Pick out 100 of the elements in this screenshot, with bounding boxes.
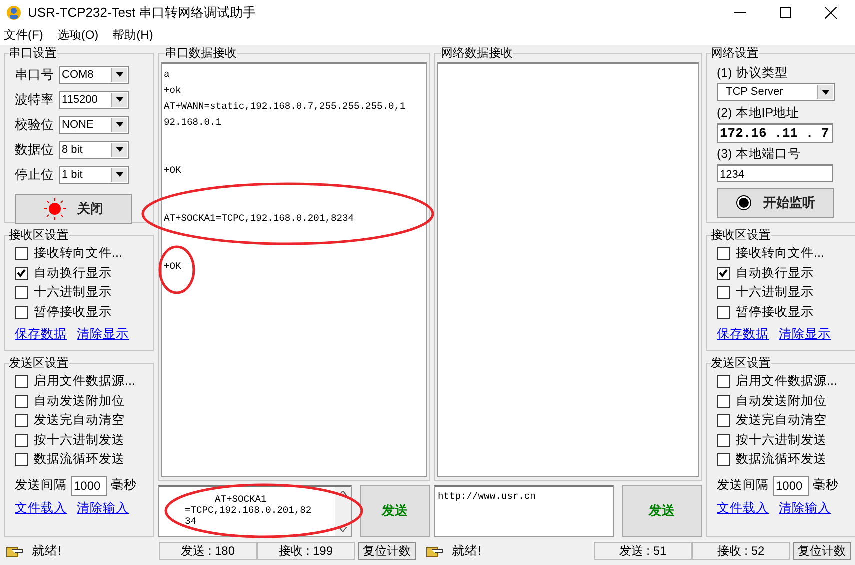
group-title: 接收区设置	[9, 227, 69, 244]
status-text: 就绪!	[452, 542, 482, 560]
field-label: 数据位	[15, 140, 55, 158]
link[interactable]: 保存数据	[15, 326, 67, 343]
dropdown-arrow-icon	[116, 97, 124, 102]
receive-line: +ok	[164, 84, 182, 98]
checkbox[interactable]	[15, 247, 28, 260]
interval-field[interactable]: 1000	[71, 476, 107, 496]
checkbox[interactable]	[717, 394, 730, 408]
link[interactable]: 清除输入	[77, 500, 129, 516]
checkbox-label: 数据流循环发送	[34, 451, 125, 468]
menu-item[interactable]: 帮助(H)	[112, 26, 154, 44]
sent-count: 发送 : 180	[159, 542, 257, 560]
field-label: 停止位	[15, 166, 55, 184]
dropdown[interactable]: TCP Server	[717, 83, 835, 101]
checkbox[interactable]	[717, 375, 730, 388]
link[interactable]: 清除显示	[779, 326, 831, 343]
group-title: 网络设置	[711, 45, 759, 62]
dropdown[interactable]: NONE	[59, 116, 129, 134]
checkbox[interactable]	[717, 306, 730, 319]
field-label: (3) 本地端口号	[717, 146, 802, 163]
unit-label: 毫秒	[111, 477, 137, 494]
scroll-up-icon[interactable]	[339, 491, 347, 496]
checkbox-label: 接收转向文件...	[34, 245, 122, 262]
field-label: 校验位	[15, 116, 55, 134]
sent-count: 发送 : 51	[594, 542, 692, 560]
dropdown[interactable]: 8 bit	[59, 140, 129, 158]
dropdown-arrow-icon	[116, 122, 124, 127]
link[interactable]: 清除输入	[779, 500, 831, 516]
checkbox[interactable]	[717, 434, 730, 447]
ip-field[interactable]: 172.16 .11 . 7	[717, 123, 833, 143]
maximize-icon[interactable]	[780, 7, 791, 18]
interval-field[interactable]: 1000	[773, 476, 809, 496]
dropdown-arrow-icon	[822, 90, 830, 94]
checkbox[interactable]	[717, 247, 730, 260]
menu-item[interactable]: 文件(F)	[4, 26, 44, 44]
checkbox-label: 接收转向文件...	[736, 245, 824, 262]
link[interactable]: 清除显示	[77, 326, 129, 343]
link[interactable]: 保存数据	[717, 326, 769, 343]
checkbox[interactable]	[15, 414, 28, 428]
checkbox[interactable]	[717, 414, 730, 428]
interval-label: 发送间隔	[717, 477, 769, 494]
checkbox-label: 按十六进制发送	[34, 432, 125, 449]
status-text: 就绪!	[32, 542, 62, 560]
receive-line: AT+SOCKA1=TCPC,192.168.0.201,8234	[164, 212, 354, 226]
port-field[interactable]: 1234	[717, 164, 833, 182]
field-label: (1) 协议类型	[717, 65, 789, 82]
checkbox-label: 自动发送附加位	[34, 392, 125, 410]
received-count: 接收 : 52	[692, 542, 790, 560]
checkbox[interactable]	[15, 306, 28, 319]
field-label: 波特率	[15, 90, 55, 108]
window-title: USR-TCP232-Test 串口转网络调试助手	[28, 4, 256, 22]
checkbox[interactable]	[15, 375, 28, 388]
group-title: 串口设置	[9, 45, 57, 62]
dropdown[interactable]: 1 bit	[59, 166, 129, 184]
receive-area[interactable]: a +ok AT+WANN=static,192.168.0.7,255.255.255.0,1 92.168.0.1 +OK AT+SOCKA1=TCPC,192.168.0.201,8234 +OK	[161, 62, 427, 477]
group-title: 串口数据接收	[165, 45, 237, 62]
link[interactable]: 文件载入	[717, 500, 769, 516]
checkbox-label: 暂停接收显示	[736, 304, 814, 321]
received-count: 接收 : 199	[257, 542, 355, 560]
checkbox-label: 自动换行显示	[736, 264, 814, 282]
scroll-down-icon[interactable]	[339, 527, 347, 532]
checkbox[interactable]	[15, 266, 28, 280]
reset-count-button[interactable]: 复位计数	[793, 542, 851, 560]
send-button[interactable]: 发送	[622, 485, 702, 537]
checkbox-label: 启用文件数据源...	[34, 373, 136, 390]
checkbox-label: 自动发送附加位	[736, 392, 827, 410]
checkbox-label: 自动换行显示	[34, 264, 112, 282]
group-title: 发送区设置	[711, 355, 771, 372]
checkbox-label: 启用文件数据源...	[736, 373, 838, 390]
reset-count-button[interactable]: 复位计数	[358, 542, 416, 560]
dropdown[interactable]: COM8	[59, 66, 129, 84]
field-label: 串口号	[15, 66, 55, 84]
checkbox[interactable]	[15, 453, 28, 466]
close-icon[interactable]	[825, 6, 837, 18]
group-title: 网络数据接收	[441, 45, 513, 62]
receive-line: +OK	[164, 260, 182, 274]
dropdown-arrow-icon	[116, 172, 124, 177]
listen-button[interactable]: 开始监听	[717, 188, 834, 218]
unit-label: 毫秒	[813, 477, 839, 494]
checkbox[interactable]	[15, 394, 28, 408]
app-icon	[6, 4, 22, 20]
send-button[interactable]: 发送	[360, 485, 430, 537]
checkbox[interactable]	[717, 286, 730, 300]
receive-line: a	[164, 68, 170, 82]
dropdown[interactable]: 115200	[59, 90, 129, 108]
checkbox-label: 数据流循环发送	[736, 451, 827, 468]
receive-line: +OK	[164, 164, 182, 178]
checkbox[interactable]	[15, 434, 28, 447]
dropdown-arrow-icon	[116, 72, 124, 77]
checkbox-label: 按十六进制发送	[736, 432, 827, 449]
checkbox[interactable]	[717, 266, 730, 280]
send-field[interactable]: http://www.usr.cn	[434, 485, 614, 537]
close-port-button[interactable]: 关闭	[15, 194, 132, 224]
checkbox[interactable]	[15, 286, 28, 300]
link[interactable]: 文件载入	[15, 500, 67, 516]
group-title: 发送区设置	[9, 355, 69, 372]
send-field[interactable]: AT+SOCKA1 =TCPC,192.168.0.201,82 34	[158, 485, 352, 537]
checkbox[interactable]	[717, 453, 730, 466]
menu-item[interactable]: 选项(O)	[57, 26, 99, 44]
